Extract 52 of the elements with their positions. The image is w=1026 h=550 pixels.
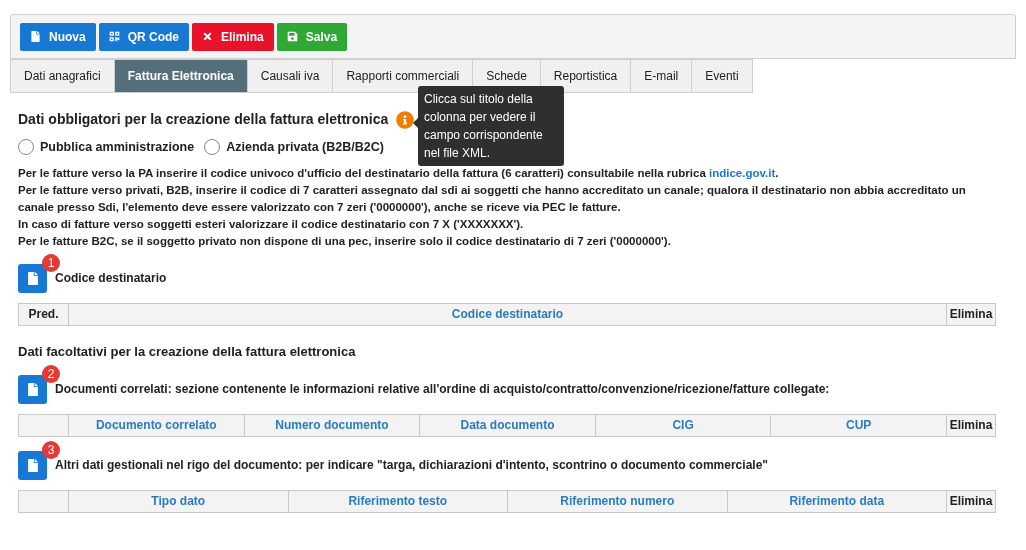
file-icon <box>27 383 38 397</box>
section-title: Altri dati gestionali nel rigo del documento: per indicare "targa, dichiarazioni d'intento, scontrino o documento commerciale" <box>55 457 768 475</box>
count-badge: 1 <box>42 253 60 272</box>
column-header[interactable]: Documento correlato <box>68 415 244 437</box>
count-badge: 2 <box>42 365 60 384</box>
radio-label: Pubblica amministrazione <box>40 139 195 156</box>
info-icon[interactable] <box>396 110 415 129</box>
section-heading: Dati obbligatori per la creazione della fattura elettronica <box>18 110 389 129</box>
column-header[interactable]: Codice destinatario <box>68 303 946 325</box>
qr-code-button[interactable]: QR Code <box>98 22 190 51</box>
column-header[interactable]: Riferimento numero <box>507 491 727 513</box>
tab[interactable]: Eventi <box>691 59 753 93</box>
qr-code-icon <box>108 31 120 42</box>
section-title: Documenti correlati: sezione contenente le informazioni relative all'ordine di acquisto/contratto/convenzione/ricezione/fatture collegate: <box>55 381 830 399</box>
column-header: Elimina <box>946 491 995 513</box>
radio-button[interactable] <box>204 139 221 156</box>
instruction-text: Per le fatture verso la PA inserire il codice univoco d'ufficio del destinatario della fattura (6 caratteri) consultabile nella rubrica indice.gov.it. <box>18 165 780 181</box>
new-button[interactable]: Nuova <box>20 22 96 51</box>
instruction-text: Per le fatture B2C, se il soggetto privato non dispone di una pec, inserire solo il codice destinatario di 7 zeri ('0000000'). <box>18 233 672 249</box>
column-header[interactable]: Numero documento <box>243 415 420 437</box>
column-header[interactable]: Riferimento data <box>726 491 946 513</box>
column-header[interactable]: CUP <box>770 415 946 437</box>
count-badge: 3 <box>42 441 60 460</box>
tab[interactable]: Fattura Elettronica <box>113 59 248 93</box>
file-icon <box>30 31 41 42</box>
column-header[interactable]: CIG <box>594 415 771 437</box>
instruction-text: In caso di fatture verso soggetti esteri valorizzare il codice destinatario con 7 X ('XXXXXXX'). <box>18 216 525 232</box>
instruction-text: Per le fatture verso privati, B2B, inserire il codice di 7 caratteri assegnato dal sdi ai soggetti che hanno accreditato un canale; qualora il destinatario non abbia accreditato un canale presso Sdi, l'elemento deve essere valorizzato con 7 zeri ('0000000'), anche se riceve via PEC le fatture. <box>18 182 967 215</box>
document-button[interactable] <box>18 451 47 481</box>
tab[interactable]: E-mail <box>630 59 693 93</box>
delete-button[interactable]: Elimina <box>192 22 274 51</box>
file-icon <box>27 459 38 473</box>
column-header[interactable]: Tipo dato <box>68 491 288 513</box>
file-icon <box>27 271 38 285</box>
document-button[interactable] <box>18 263 47 293</box>
column-header[interactable]: Riferimento testo <box>287 491 507 513</box>
column-header: Elimina <box>945 415 995 437</box>
section-heading: Dati facoltativi per la creazione della fattura elettronica <box>18 342 357 361</box>
section-title: Codice destinatario <box>55 269 167 287</box>
tab[interactable]: Reportistica <box>539 59 632 93</box>
column-header: Elimina <box>946 303 995 325</box>
column-header[interactable]: Data documento <box>419 415 595 437</box>
tab[interactable]: Causali iva <box>246 59 334 93</box>
tooltip: Clicca sul titolo della colonna per vedere il campo corrispondente nel file XML. <box>413 86 564 166</box>
tab[interactable]: Rapporti commerciali <box>332 59 474 93</box>
close-icon <box>202 31 214 42</box>
save-button[interactable]: Salva <box>276 22 348 51</box>
radio-label: Azienda privata (B2B/B2C) <box>226 139 384 156</box>
tab[interactable]: Dati anagrafici <box>10 59 115 93</box>
column-header: Pred. <box>27 305 60 323</box>
radio-button[interactable] <box>18 139 34 156</box>
document-button[interactable] <box>18 375 47 405</box>
